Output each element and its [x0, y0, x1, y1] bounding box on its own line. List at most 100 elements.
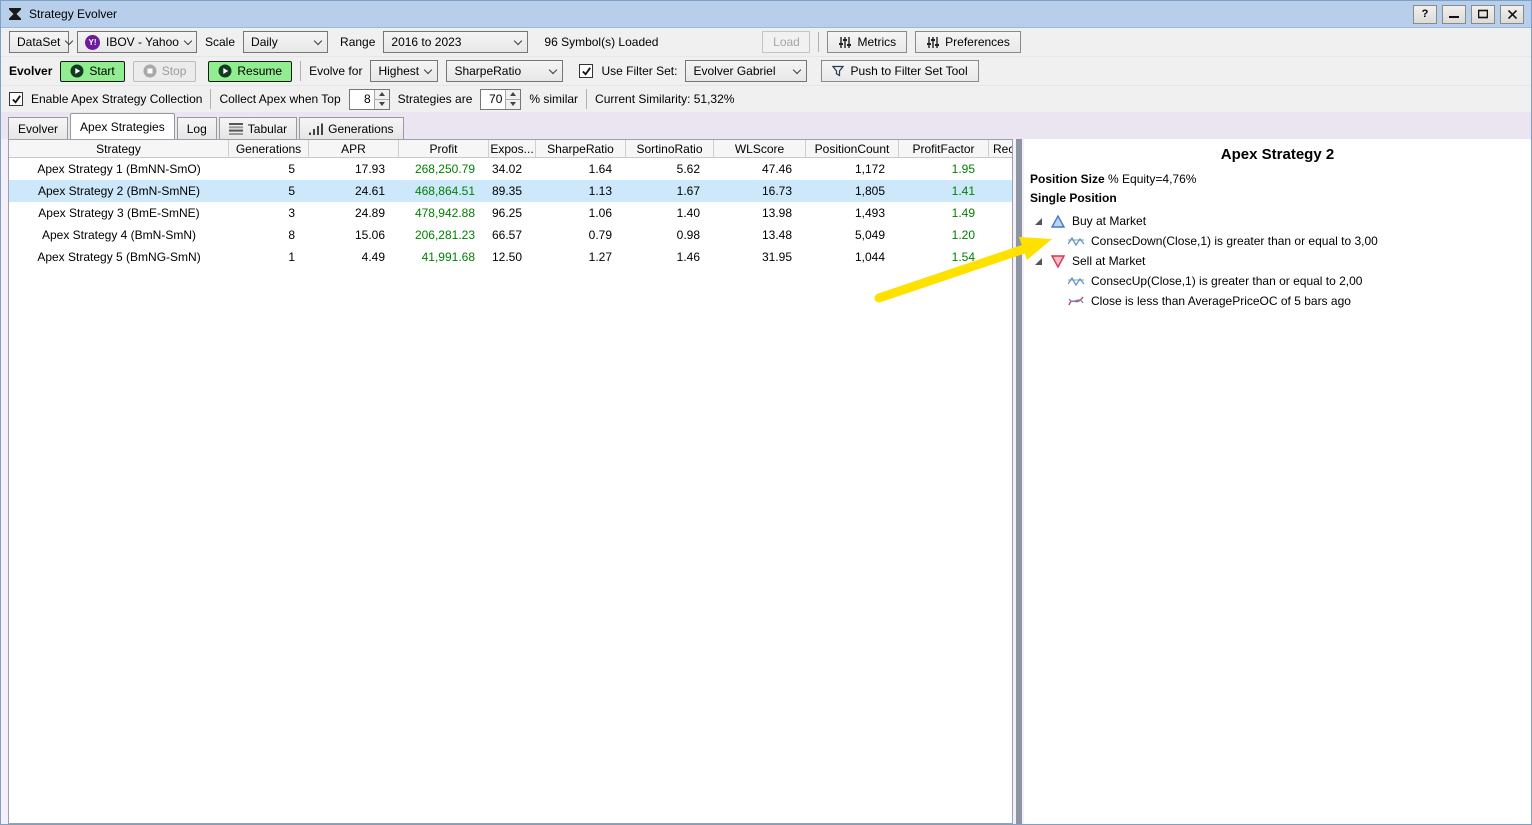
title-bar: Strategy Evolver ?: [1, 1, 1531, 28]
metrics-button-label: Metrics: [857, 35, 896, 49]
table-row-selected[interactable]: Apex Strategy 2 (BmN-SmNE) 5 24.61 468,8…: [9, 180, 1012, 202]
direction-dropdown[interactable]: Highest: [370, 60, 438, 82]
arrow-down-icon: [379, 102, 385, 106]
stop-button-label: Stop: [162, 64, 187, 78]
spinner-up-button[interactable]: [375, 90, 389, 99]
enable-apex-checkbox[interactable]: [9, 92, 23, 106]
cell-apr: 4.49: [309, 246, 399, 268]
metrics-button[interactable]: Metrics: [827, 31, 907, 53]
chevron-down-icon: [314, 36, 322, 44]
strategy-evolver-window: Strategy Evolver ? DataSet Y! IBOV - Yah…: [0, 0, 1532, 825]
filter-set-dropdown[interactable]: Evolver Gabriel: [685, 60, 807, 82]
close-button[interactable]: [1500, 5, 1524, 24]
column-header-apr[interactable]: APR: [309, 140, 399, 157]
spinner-buttons: [374, 90, 389, 109]
evolver-label: Evolver: [9, 64, 52, 78]
column-header-strategy[interactable]: Strategy: [9, 140, 229, 157]
cell-sharperatio: 1.13: [536, 180, 626, 202]
expander-icon[interactable]: [1034, 217, 1043, 226]
column-header-wlscore[interactable]: WLScore: [714, 140, 806, 157]
tab-generations[interactable]: Generations: [299, 117, 403, 139]
resume-button[interactable]: Resume: [208, 61, 292, 82]
position-size-line: Position Size % Equity=4,76%: [1024, 172, 1531, 186]
percent-similar-label: % similar: [529, 92, 578, 106]
tree-item-sell-at-market[interactable]: Sell at Market: [1024, 251, 1531, 271]
tab-log[interactable]: Log: [177, 117, 217, 139]
strategies-table: Strategy Generations APR Profit Expos...…: [8, 139, 1013, 824]
table-row[interactable]: Apex Strategy 3 (BmE-SmNE) 3 24.89 478,9…: [9, 202, 1012, 224]
evolve-for-label: Evolve for: [309, 64, 362, 78]
start-button[interactable]: Start: [60, 61, 124, 82]
column-header-profitfactor[interactable]: ProfitFactor: [899, 140, 989, 157]
cell-profitfactor: 1.41: [899, 180, 989, 202]
cell-wlscore: 13.48: [714, 224, 806, 246]
load-button[interactable]: Load: [762, 31, 810, 53]
table-row[interactable]: Apex Strategy 1 (BmNN-SmO) 5 17.93 268,2…: [9, 158, 1012, 180]
tree-item-buy-rule[interactable]: ConsecDown(Close,1) is greater than or e…: [1024, 231, 1531, 251]
tab-strip: Evolver Apex Strategies Log Tabular Gene…: [1, 112, 1531, 139]
column-header-positioncount[interactable]: PositionCount: [806, 140, 899, 157]
buy-rule-text: ConsecDown(Close,1) is greater than or e…: [1091, 234, 1378, 248]
stop-circle-icon: [143, 64, 157, 78]
cell-exposure: 12.50: [489, 246, 536, 268]
spinner-up-button[interactable]: [506, 90, 520, 99]
symbol-dropdown[interactable]: Y! IBOV - Yahoo: [77, 31, 197, 53]
cell-generations: 8: [229, 224, 309, 246]
tree-item-sell-rule-1[interactable]: ConsecUp(Close,1) is greater than or equ…: [1024, 271, 1531, 291]
cell-strategy: Apex Strategy 4 (BmN-SmN): [9, 224, 229, 246]
column-header-reco[interactable]: Reco: [989, 140, 1012, 157]
cell-wlscore: 16.73: [714, 180, 806, 202]
single-position-label: Single Position: [1024, 191, 1531, 205]
minimize-button[interactable]: [1442, 5, 1466, 24]
close-icon: [1508, 10, 1517, 19]
cell-sortinoratio: 5.62: [626, 158, 714, 180]
strategies-are-label: Strategies are: [398, 92, 473, 106]
vertical-splitter[interactable]: [1016, 139, 1022, 824]
cell-positioncount: 1,493: [806, 202, 899, 224]
cell-sharperatio: 0.79: [536, 224, 626, 246]
tree-item-sell-rule-2[interactable]: Close is less than AveragePriceOC of 5 b…: [1024, 291, 1531, 311]
tab-apex-strategies[interactable]: Apex Strategies: [70, 113, 175, 139]
metric-dropdown[interactable]: SharpeRatio: [446, 60, 563, 82]
tab-evolver-label: Evolver: [18, 122, 58, 136]
table-row[interactable]: Apex Strategy 4 (BmN-SmN) 8 15.06 206,28…: [9, 224, 1012, 246]
stop-button[interactable]: Stop: [133, 61, 197, 82]
table-row[interactable]: Apex Strategy 5 (BmNG-SmN) 1 4.49 41,991…: [9, 246, 1012, 268]
tab-evolver[interactable]: Evolver: [8, 117, 68, 139]
column-header-exposure[interactable]: Expos...: [489, 140, 536, 157]
cell-reco: [989, 180, 1012, 202]
use-filter-set-checkbox[interactable]: [579, 64, 593, 78]
maximize-button[interactable]: [1471, 5, 1495, 24]
preferences-button[interactable]: Preferences: [915, 31, 1021, 53]
cell-sortinoratio: 1.67: [626, 180, 714, 202]
range-label: Range: [340, 35, 375, 49]
scale-dropdown[interactable]: Daily: [243, 31, 328, 53]
sell-at-market-label: Sell at Market: [1072, 254, 1145, 268]
preferences-button-label: Preferences: [945, 35, 1010, 49]
top-count-spinner[interactable]: 8: [349, 89, 390, 110]
column-header-profit[interactable]: Profit: [399, 140, 489, 157]
use-filter-set-label: Use Filter Set:: [601, 64, 677, 78]
similar-percent-spinner[interactable]: 70: [480, 89, 521, 110]
cell-profitfactor: 1.49: [899, 202, 989, 224]
push-to-filter-set-button[interactable]: Push to Filter Set Tool: [821, 60, 978, 82]
spinner-down-button[interactable]: [375, 99, 389, 109]
column-header-generations[interactable]: Generations: [229, 140, 309, 157]
chevron-down-icon: [184, 36, 192, 44]
cell-sortinoratio: 1.46: [626, 246, 714, 268]
cell-profit: 41,991.68: [399, 246, 489, 268]
cell-strategy: Apex Strategy 3 (BmE-SmNE): [9, 202, 229, 224]
help-button[interactable]: ?: [1413, 5, 1437, 24]
column-header-sortinoratio[interactable]: SortinoRatio: [626, 140, 714, 157]
range-dropdown[interactable]: 2016 to 2023: [383, 31, 528, 53]
cell-profitfactor: 1.95: [899, 158, 989, 180]
dataset-dropdown[interactable]: DataSet: [9, 31, 69, 53]
spinner-down-button[interactable]: [506, 99, 520, 109]
tree-item-buy-at-market[interactable]: Buy at Market: [1024, 211, 1531, 231]
expander-icon[interactable]: [1034, 257, 1043, 266]
current-similarity-text: Current Similarity: 51,32%: [595, 92, 734, 106]
start-button-label: Start: [89, 64, 114, 78]
tab-tabular[interactable]: Tabular: [219, 117, 297, 139]
arrow-up-icon: [379, 92, 385, 96]
column-header-sharperatio[interactable]: SharpeRatio: [536, 140, 626, 157]
